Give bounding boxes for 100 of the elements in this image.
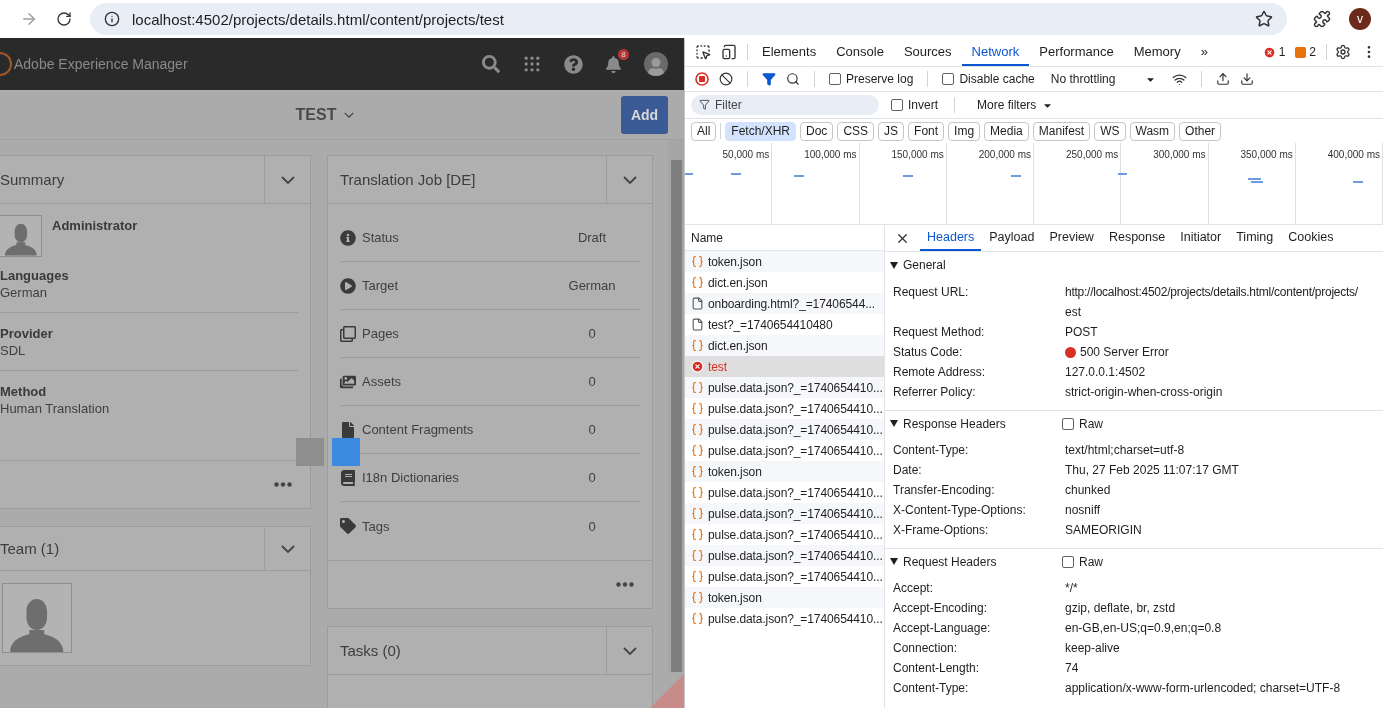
bell-icon[interactable] bbox=[605, 55, 622, 73]
network-settings-icon[interactable] bbox=[1172, 71, 1188, 87]
header-name: Referrer Policy: bbox=[893, 384, 977, 401]
forward-icon[interactable] bbox=[20, 10, 38, 28]
panel-tab[interactable]: Console bbox=[826, 38, 894, 66]
throttling-select[interactable]: No throttling bbox=[1044, 72, 1163, 86]
type-filter-chip[interactable]: Img bbox=[948, 121, 981, 141]
filter-icon[interactable] bbox=[762, 72, 776, 86]
notification-badge: 8 bbox=[618, 48, 629, 60]
detail-tab[interactable]: Headers bbox=[920, 225, 982, 251]
header-name: Remote Address: bbox=[893, 364, 987, 381]
inspect-icon[interactable] bbox=[695, 44, 711, 60]
checkbox[interactable] bbox=[829, 73, 841, 85]
images-icon bbox=[340, 373, 356, 390]
type-filter-chip[interactable]: Doc bbox=[800, 121, 834, 141]
add-button[interactable]: Add bbox=[621, 96, 668, 134]
address-bar[interactable]: localhost:4502/projects/details.html/content/projects/test bbox=[90, 3, 1287, 35]
header-value: keep-alive bbox=[1065, 640, 1120, 657]
star-icon[interactable] bbox=[1255, 10, 1273, 28]
request-row[interactable]: pulse.data.json?_=1740654410... bbox=[685, 503, 884, 524]
grid-icon[interactable] bbox=[522, 54, 542, 74]
section-header[interactable]: Request Headers bbox=[890, 554, 1062, 569]
row-value: 0 bbox=[587, 374, 597, 389]
request-row[interactable]: onboarding.html?_=17406544... bbox=[685, 293, 884, 314]
checkbox-label: Raw bbox=[1079, 416, 1103, 431]
detail-tab[interactable]: Timing bbox=[1229, 225, 1281, 251]
panel-tab[interactable]: Elements bbox=[752, 38, 827, 66]
info-icon bbox=[340, 229, 356, 246]
info-icon[interactable] bbox=[104, 11, 120, 27]
more-icon[interactable] bbox=[274, 482, 292, 487]
request-row[interactable]: token.json bbox=[685, 587, 884, 608]
handle-square[interactable] bbox=[296, 438, 324, 466]
upload-icon[interactable] bbox=[1216, 72, 1231, 86]
detail-tab[interactable]: Response bbox=[1101, 225, 1173, 251]
profile-avatar[interactable]: v bbox=[1349, 8, 1371, 30]
request-row[interactable]: pulse.data.json?_=1740654410... bbox=[685, 545, 884, 566]
request-row[interactable]: pulse.data.json?_=1740654410... bbox=[685, 377, 884, 398]
more-tabs-button[interactable]: » bbox=[1190, 38, 1218, 66]
tick-label: 250,000 ms bbox=[1066, 149, 1119, 161]
request-row[interactable]: token.json bbox=[685, 461, 884, 482]
device-icon[interactable] bbox=[721, 44, 737, 60]
type-filter-chip[interactable]: JS bbox=[878, 121, 905, 141]
record-icon[interactable] bbox=[695, 72, 709, 86]
expand-triangle-icon[interactable] bbox=[890, 261, 898, 269]
section-header[interactable]: Response Headers bbox=[890, 416, 1062, 431]
panel-tab[interactable]: Memory bbox=[1123, 38, 1191, 66]
request-row[interactable]: dict.en.json bbox=[685, 335, 884, 356]
help-icon[interactable] bbox=[564, 54, 583, 74]
checkbox[interactable] bbox=[1062, 555, 1074, 568]
chevron-icon bbox=[622, 646, 637, 655]
reload-icon[interactable] bbox=[56, 11, 72, 27]
type-filter-chip[interactable]: Fetch/XHR bbox=[725, 121, 797, 141]
scrollbar[interactable] bbox=[668, 140, 684, 672]
type-filter-chip[interactable]: All bbox=[691, 121, 717, 141]
detail-tab[interactable]: Payload bbox=[982, 225, 1042, 251]
panel-tab[interactable]: Network bbox=[961, 38, 1030, 66]
panel-tab[interactable]: Sources bbox=[893, 38, 962, 66]
request-row[interactable]: token.json bbox=[685, 251, 884, 272]
header-name: X-Frame-Options: bbox=[893, 522, 990, 539]
detail-tab[interactable]: Initiator bbox=[1173, 225, 1229, 251]
puzzle-icon[interactable] bbox=[1313, 10, 1331, 28]
expand-triangle-icon[interactable] bbox=[890, 420, 898, 427]
play-icon bbox=[340, 277, 356, 294]
json-icon bbox=[691, 528, 704, 541]
more-icon[interactable] bbox=[616, 582, 634, 587]
more-filters-button[interactable]: More filters bbox=[971, 98, 1060, 112]
header-value: gzip, deflate, br, zstd bbox=[1065, 600, 1176, 617]
field-value: German bbox=[0, 285, 48, 300]
type-filter-chip[interactable]: CSS bbox=[837, 121, 875, 141]
panel-tab[interactable]: Performance bbox=[1029, 38, 1124, 66]
settings-icon[interactable] bbox=[1335, 44, 1351, 60]
checkbox[interactable] bbox=[942, 73, 955, 85]
expand-triangle-icon[interactable] bbox=[890, 558, 898, 565]
type-filter-chip[interactable]: Manifest bbox=[1032, 121, 1091, 141]
checkbox-label: Disable cache bbox=[959, 72, 1035, 86]
type-filter-chip[interactable]: Other bbox=[1179, 121, 1222, 141]
download-icon[interactable] bbox=[1240, 72, 1255, 86]
checkbox[interactable] bbox=[891, 99, 903, 111]
clear-icon[interactable] bbox=[719, 72, 733, 86]
search-icon[interactable] bbox=[786, 72, 800, 86]
request-row[interactable]: test bbox=[685, 356, 884, 377]
type-filter-chip[interactable]: Font bbox=[908, 121, 945, 141]
header-name: Status Code: bbox=[893, 344, 964, 361]
detail-tab[interactable]: Cookies bbox=[1281, 225, 1341, 251]
detail-tab[interactable]: Preview bbox=[1042, 225, 1101, 251]
row-label: Tags bbox=[362, 518, 391, 534]
type-filter-chip[interactable]: Wasm bbox=[1129, 121, 1176, 141]
search-icon[interactable] bbox=[482, 55, 500, 73]
type-filter-chip[interactable]: WS bbox=[1094, 121, 1126, 141]
user-avatar[interactable] bbox=[644, 52, 668, 76]
request-row[interactable]: pulse.data.json?_=1740654410... bbox=[685, 419, 884, 440]
json-icon bbox=[691, 339, 704, 352]
page-title[interactable]: TEST bbox=[295, 105, 355, 124]
row-value: 0 bbox=[587, 470, 597, 485]
checkbox[interactable] bbox=[1062, 417, 1074, 430]
type-filter-chip[interactable]: Media bbox=[984, 121, 1029, 141]
header-value: SAMEORIGIN bbox=[1065, 522, 1142, 539]
section-header[interactable]: General bbox=[890, 258, 1062, 272]
header-value: text/html;charset=utf-8 bbox=[1065, 442, 1185, 459]
filter-field[interactable]: Filter bbox=[691, 95, 879, 115]
